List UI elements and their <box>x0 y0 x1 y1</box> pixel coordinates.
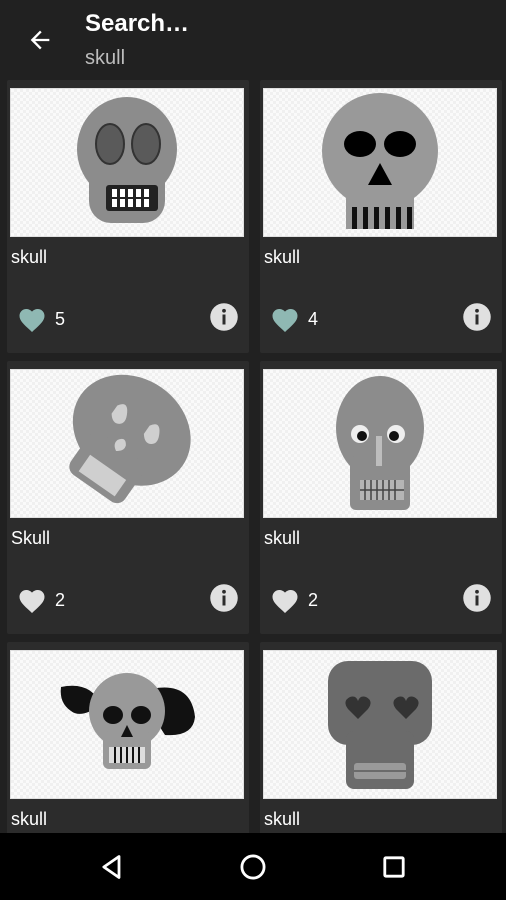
result-label: Skull <box>11 528 51 548</box>
search-query: skull <box>85 47 126 69</box>
result-thumbnail[interactable] <box>10 88 244 237</box>
result-thumbnail[interactable] <box>10 650 244 799</box>
result-label: skull <box>264 247 301 267</box>
results-grid: skull 5 skull 4 Skull 2 skull 2 skull sk… <box>0 80 506 833</box>
skull-image <box>328 661 432 789</box>
like-count: 2 <box>55 589 66 610</box>
nav-back-button[interactable] <box>94 849 130 885</box>
info-icon[interactable] <box>209 302 239 332</box>
like-count: 4 <box>308 308 319 329</box>
square-recents-icon <box>383 856 405 878</box>
result-thumbnail[interactable] <box>263 88 497 237</box>
info-icon[interactable] <box>462 302 492 332</box>
skull-image <box>322 93 438 229</box>
nav-recents-button[interactable] <box>376 849 412 885</box>
info-icon[interactable] <box>462 583 492 613</box>
result-card[interactable]: skull <box>7 642 249 833</box>
skull-image <box>60 673 195 769</box>
page-title: Search… <box>85 10 190 37</box>
back-button[interactable] <box>18 22 62 58</box>
like-button[interactable]: 4 <box>270 304 318 334</box>
app-bar: Search… skull <box>0 0 506 80</box>
result-label: skull <box>11 247 48 267</box>
result-card[interactable]: skull 2 <box>260 361 502 634</box>
heart-icon <box>272 309 298 332</box>
result-thumbnail[interactable] <box>10 369 244 518</box>
like-count: 5 <box>55 308 66 329</box>
result-label: skull <box>11 809 48 829</box>
nav-home-button[interactable] <box>235 849 271 885</box>
like-button[interactable]: 2 <box>270 585 318 615</box>
heart-icon <box>19 309 45 332</box>
skull-image <box>69 374 191 504</box>
system-nav-bar <box>0 833 506 900</box>
result-thumbnail[interactable] <box>263 650 497 799</box>
like-button[interactable]: 5 <box>17 304 65 334</box>
result-label: skull <box>264 809 301 829</box>
result-thumbnail[interactable] <box>263 369 497 518</box>
skull-image <box>336 376 424 510</box>
result-card[interactable]: skull 5 <box>7 80 249 353</box>
like-button[interactable]: 2 <box>17 585 65 615</box>
result-card[interactable]: skull <box>260 642 502 833</box>
result-label: skull <box>264 528 301 548</box>
skull-image <box>77 97 177 223</box>
result-card[interactable]: Skull 2 <box>7 361 249 634</box>
heart-icon <box>272 590 298 613</box>
result-card[interactable]: skull 4 <box>260 80 502 353</box>
circle-home-icon <box>240 854 266 880</box>
heart-icon <box>19 590 45 613</box>
triangle-back-icon <box>102 855 121 879</box>
like-count: 2 <box>308 589 319 610</box>
info-icon[interactable] <box>209 583 239 613</box>
arrow-back-icon <box>30 30 50 50</box>
